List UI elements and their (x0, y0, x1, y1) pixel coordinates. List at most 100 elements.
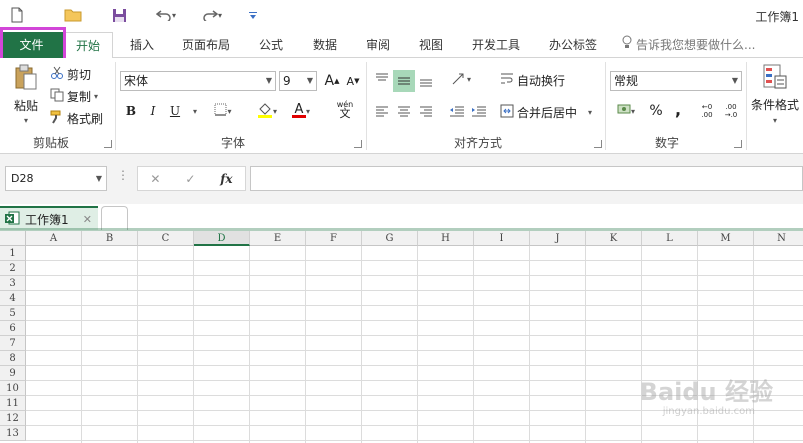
align-right-button[interactable] (415, 100, 437, 122)
fill-color-button[interactable]: ▾ (252, 100, 282, 122)
alignment-group-label: 对齐方式 (453, 136, 502, 150)
borders-button[interactable]: ▾ (208, 100, 238, 122)
tab-review[interactable]: 审阅 (352, 32, 404, 58)
column-header-i[interactable]: I (474, 231, 530, 246)
cancel-icon[interactable]: ✕ (150, 172, 160, 186)
tab-file[interactable]: 文件 (0, 32, 63, 58)
formula-bar-splitter[interactable]: ⋮ (117, 168, 129, 182)
open-folder-icon[interactable] (62, 5, 84, 25)
align-bottom-button[interactable] (415, 70, 437, 92)
decrease-indent-button[interactable] (446, 100, 468, 122)
row-header-1[interactable]: 1 (0, 246, 26, 261)
insert-function-icon[interactable]: fx (220, 172, 232, 186)
column-header-a[interactable]: A (26, 231, 82, 246)
underline-dropdown-icon[interactable]: ▾ (184, 100, 206, 122)
increase-indent-button[interactable] (468, 100, 490, 122)
percent-button[interactable]: % (645, 100, 667, 122)
row-header-9[interactable]: 9 (0, 366, 26, 381)
number-group-label: 数字 (654, 136, 679, 150)
undo-icon[interactable]: ▾ (150, 5, 182, 25)
tell-me-box[interactable]: 告诉我您想要做什么... (622, 32, 755, 58)
row-header-12[interactable]: 12 (0, 411, 26, 426)
row-header-2[interactable]: 2 (0, 261, 26, 276)
tab-view[interactable]: 视图 (405, 32, 457, 58)
tab-home[interactable]: 开始 (63, 32, 113, 59)
paste-button[interactable]: 粘贴 ▾ (8, 64, 44, 125)
enter-icon[interactable]: ✓ (185, 172, 195, 186)
column-header-e[interactable]: E (250, 231, 306, 246)
number-launcher-icon[interactable] (734, 140, 742, 148)
tab-page-layout[interactable]: 页面布局 (172, 32, 240, 58)
name-box-value: D28 (11, 172, 34, 185)
wrap-text-button[interactable]: 自动换行 (500, 72, 565, 89)
font-launcher-icon[interactable] (354, 140, 362, 148)
column-header-j[interactable]: J (530, 231, 586, 246)
column-header-h[interactable]: H (418, 231, 474, 246)
font-size-combo[interactable]: 9 ▼ (279, 71, 317, 91)
column-header-f[interactable]: F (306, 231, 362, 246)
column-header-b[interactable]: B (82, 231, 138, 246)
align-middle-button[interactable] (393, 70, 415, 92)
new-tab-button[interactable] (101, 206, 128, 230)
scissors-icon (50, 66, 64, 83)
column-header-d[interactable]: D (194, 231, 250, 246)
tab-developer[interactable]: 开发工具 (460, 32, 532, 58)
name-box[interactable]: D28 ▼ (5, 166, 107, 191)
conditional-format-button[interactable]: 条件格式 ▾ (751, 64, 799, 125)
font-name-combo[interactable]: 宋体 ▼ (120, 71, 276, 91)
close-tab-icon[interactable]: ✕ (83, 213, 92, 226)
save-icon[interactable] (108, 5, 130, 25)
customize-toolbar-icon[interactable] (242, 5, 264, 25)
font-color-button[interactable]: A ▾ (286, 100, 316, 122)
align-left-button[interactable] (371, 100, 393, 122)
clipboard-launcher-icon[interactable] (104, 140, 112, 148)
number-format-combo[interactable]: 常规 ▼ (610, 71, 742, 91)
row-header-7[interactable]: 7 (0, 336, 26, 351)
column-header-k[interactable]: K (586, 231, 642, 246)
grow-font-button[interactable]: A ▲ (321, 70, 343, 92)
cut-button[interactable]: 剪切 (50, 66, 91, 83)
italic-button[interactable]: I (142, 100, 164, 122)
row-header-8[interactable]: 8 (0, 351, 26, 366)
workbook-tab[interactable]: 工作簿1 ✕ (0, 206, 98, 230)
column-header-m[interactable]: M (698, 231, 754, 246)
shrink-font-button[interactable]: A ▼ (342, 70, 364, 92)
format-painter-button[interactable]: 格式刷 (50, 110, 103, 127)
conditional-format-icon (763, 64, 787, 93)
alignment-launcher-icon[interactable] (594, 140, 602, 148)
align-center-button[interactable] (393, 100, 415, 122)
comma-button[interactable]: , (667, 98, 689, 120)
currency-format-button[interactable]: ▾ (610, 100, 642, 122)
merge-center-button[interactable]: 合并后居中 ▾ (500, 104, 592, 121)
decrease-decimal-button[interactable]: .00 →.0 (720, 100, 742, 122)
row-header-3[interactable]: 3 (0, 276, 26, 291)
workbook-tabs: 工作簿1 ✕ (0, 204, 803, 230)
formula-input[interactable] (250, 166, 803, 191)
row-header-13[interactable]: 13 (0, 426, 26, 441)
align-top-button[interactable] (371, 68, 393, 90)
redo-icon[interactable]: ▾ (196, 5, 228, 25)
clipboard-group-label: 剪贴板 (32, 136, 69, 150)
increase-decimal-button[interactable]: ←0.00 (696, 100, 718, 122)
row-header-5[interactable]: 5 (0, 306, 26, 321)
tab-insert[interactable]: 插入 (116, 32, 168, 58)
column-header-g[interactable]: G (362, 231, 418, 246)
tab-office-tab[interactable]: 办公标签 (537, 32, 609, 58)
column-header-l[interactable]: L (642, 231, 698, 246)
column-header-n[interactable]: N (754, 231, 803, 246)
new-file-icon[interactable] (6, 5, 28, 25)
font-size-value: 9 (283, 74, 291, 88)
orientation-button[interactable]: ▾ (446, 68, 476, 90)
phonetic-guide-button[interactable]: wén 文 (330, 98, 360, 120)
row-header-6[interactable]: 6 (0, 321, 26, 336)
copy-button[interactable]: 复制 ▾ (50, 88, 98, 105)
select-all-corner[interactable] (0, 231, 26, 246)
row-header-4[interactable]: 4 (0, 291, 26, 306)
row-header-11[interactable]: 11 (0, 396, 26, 411)
column-header-c[interactable]: C (138, 231, 194, 246)
bold-button[interactable]: B (120, 100, 142, 122)
tab-formulas[interactable]: 公式 (245, 32, 297, 58)
row-header-10[interactable]: 10 (0, 381, 26, 396)
tab-data[interactable]: 数据 (299, 32, 351, 58)
underline-button[interactable]: U (164, 100, 186, 122)
